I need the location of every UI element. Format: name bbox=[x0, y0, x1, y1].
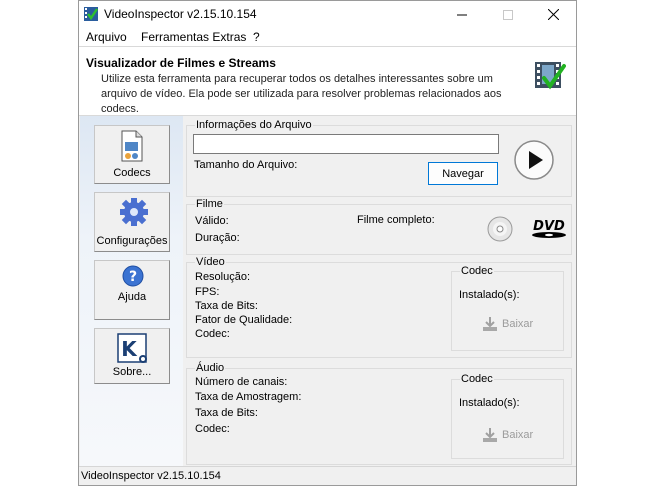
ajuda-button[interactable]: ? Ajuda bbox=[94, 260, 170, 320]
ajuda-label: Ajuda bbox=[117, 291, 147, 303]
header-banner: Visualizador de Filmes e Streams Utilize… bbox=[79, 46, 576, 116]
close-button[interactable] bbox=[530, 1, 576, 28]
audio-bitrate-label: Taxa de Bits: bbox=[195, 407, 258, 419]
valid-label: Válido: bbox=[195, 215, 229, 227]
resolution-label: Resolução: bbox=[195, 271, 251, 283]
minimize-button[interactable] bbox=[439, 1, 485, 28]
disc-icon bbox=[487, 216, 513, 245]
codecs-button[interactable]: Codecs bbox=[94, 125, 170, 184]
audio-installed-label: Instalado(s): bbox=[459, 397, 520, 409]
svg-text:K: K bbox=[121, 337, 138, 361]
file-info-group: Informações do Arquivo Tamanho do Arquiv… bbox=[186, 119, 572, 197]
menu-ferramentas-extras[interactable]: Ferramentas Extras bbox=[141, 30, 246, 44]
menu-arquivo[interactable]: Arquivo bbox=[86, 30, 127, 44]
help-question-icon: ? bbox=[122, 265, 144, 290]
film-check-logo-icon bbox=[534, 60, 566, 95]
main-panel: Informações do Arquivo Tamanho do Arquiv… bbox=[183, 116, 576, 466]
app-window: VideoInspector v2.15.10.154 Arquivo Ferr… bbox=[78, 0, 577, 486]
quality-factor-label: Fator de Qualidade: bbox=[195, 314, 293, 326]
duration-label: Duração: bbox=[195, 232, 240, 244]
minimize-icon bbox=[457, 14, 467, 15]
audio-codec-group-title: Codec bbox=[460, 373, 494, 385]
video-bitrate-label: Taxa de Bits: bbox=[195, 300, 258, 312]
video-codec-label: Codec: bbox=[195, 328, 230, 340]
channels-label: Número de canais: bbox=[195, 376, 288, 388]
file-size-label: Tamanho do Arquivo: bbox=[194, 159, 298, 171]
video-group: Vídeo Resolução: FPS: Taxa de Bits: Fato… bbox=[186, 256, 572, 358]
maximize-button[interactable] bbox=[485, 1, 531, 28]
video-installed-label: Instalado(s): bbox=[459, 289, 520, 301]
audio-codec-group: Codec Instalado(s): Baixar bbox=[451, 373, 564, 459]
audio-codec-label: Codec: bbox=[195, 423, 230, 435]
dvd-logo-text: DVD bbox=[533, 219, 565, 234]
video-title: Vídeo bbox=[195, 256, 226, 268]
close-icon bbox=[547, 9, 559, 20]
window-title: VideoInspector v2.15.10.154 bbox=[104, 7, 257, 21]
svg-text:?: ? bbox=[129, 269, 137, 285]
audio-download-label: Baixar bbox=[502, 429, 534, 441]
browse-button[interactable]: Navegar bbox=[428, 162, 498, 185]
status-bar: VideoInspector v2.15.10.154 bbox=[79, 466, 576, 485]
download-icon bbox=[483, 317, 497, 331]
file-path-input[interactable] bbox=[193, 134, 499, 154]
banner-title: Visualizador de Filmes e Streams bbox=[86, 56, 276, 70]
video-codec-group: Codec Instalado(s): Baixar bbox=[451, 265, 564, 351]
film-check-app-icon bbox=[84, 7, 98, 24]
play-icon bbox=[514, 140, 554, 180]
film-group: Filme Válido: Duração: Filme completo: D… bbox=[186, 198, 572, 255]
film-title: Filme bbox=[195, 198, 224, 210]
sobre-button[interactable]: K Sobre... bbox=[94, 328, 170, 384]
sidebar: Codecs Configurações ? Ajuda K Sobre... bbox=[80, 116, 183, 466]
audio-download-button[interactable]: Baixar bbox=[482, 427, 533, 443]
gear-icon bbox=[119, 197, 149, 230]
download-icon bbox=[483, 428, 497, 442]
fps-label: FPS: bbox=[195, 286, 220, 298]
menu-help[interactable]: ? bbox=[253, 30, 260, 44]
codecs-document-icon bbox=[120, 130, 144, 165]
browse-label: Navegar bbox=[442, 167, 484, 180]
video-download-button[interactable]: Baixar bbox=[482, 316, 533, 332]
dvd-logo-icon: DVD bbox=[529, 217, 569, 242]
sample-rate-label: Taxa de Amostragem: bbox=[195, 391, 302, 403]
maximize-icon bbox=[503, 9, 513, 20]
configuracoes-button[interactable]: Configurações bbox=[94, 192, 170, 252]
title-bar: VideoInspector v2.15.10.154 bbox=[79, 1, 576, 28]
audio-group: Áudio Número de canais: Taxa de Amostrag… bbox=[186, 362, 572, 465]
sobre-label: Sobre... bbox=[112, 366, 152, 378]
audio-title: Áudio bbox=[195, 362, 226, 374]
status-text: VideoInspector v2.15.10.154 bbox=[81, 470, 221, 482]
menu-bar: Arquivo Ferramentas Extras ? bbox=[79, 28, 576, 46]
file-info-title: Informações do Arquivo bbox=[195, 119, 313, 131]
banner-description: Utilize esta ferramenta para recuperar t… bbox=[101, 73, 502, 115]
configuracoes-label: Configurações bbox=[96, 235, 168, 247]
play-button[interactable] bbox=[513, 139, 555, 184]
codecs-label: Codecs bbox=[113, 167, 151, 179]
film-complete-label: Filme completo: bbox=[357, 214, 435, 226]
video-codec-group-title: Codec bbox=[460, 265, 494, 277]
about-logo-icon: K bbox=[117, 333, 149, 366]
video-download-label: Baixar bbox=[502, 318, 534, 330]
